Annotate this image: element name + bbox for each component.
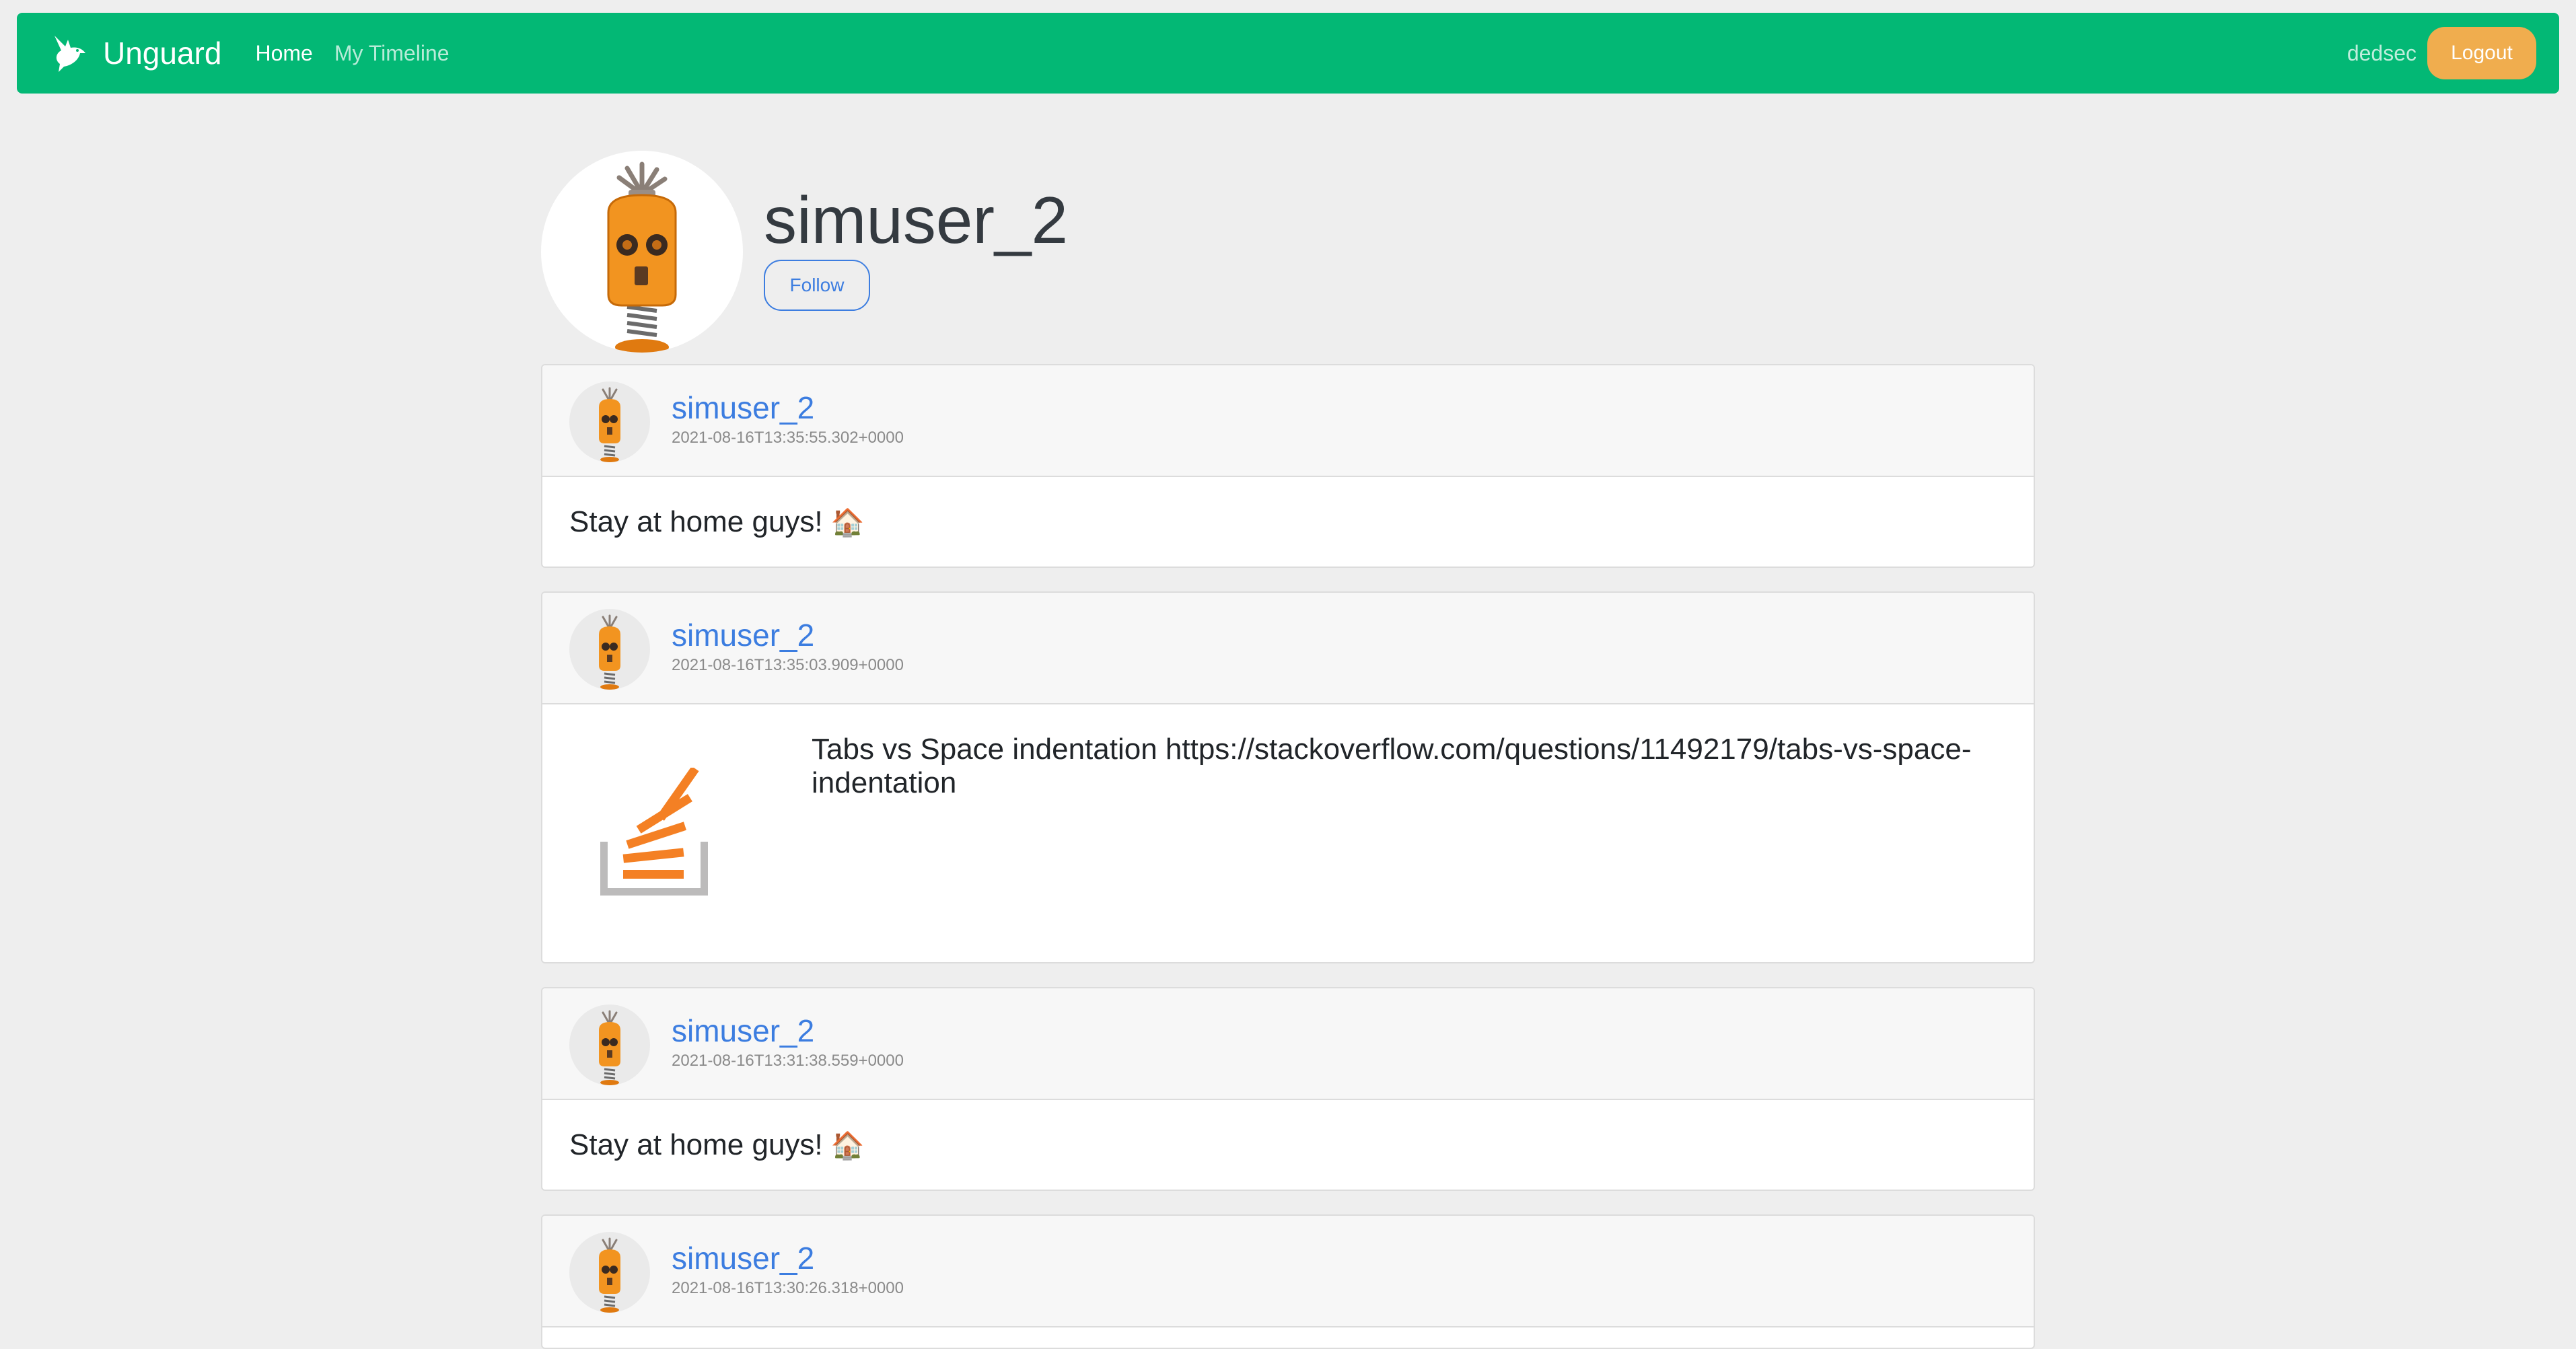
navbar: Unguard Home My Timeline dedsec Logout: [17, 13, 2559, 94]
robot-avatar-icon: [599, 1010, 620, 1085]
hummingbird-logo-icon: [55, 36, 85, 72]
post-header: simuser_2 2021-08-16T13:35:55.302+0000: [542, 365, 2034, 477]
post-timestamp: 2021-08-16T13:35:03.909+0000: [672, 656, 904, 674]
post-author-avatar[interactable]: [569, 1005, 650, 1085]
post-text: Stay at home guys! 🏠: [569, 505, 865, 540]
post-header: simuser_2 2021-08-16T13:35:03.909+0000: [542, 593, 2034, 704]
post-timestamp: 2021-08-16T13:31:38.559+0000: [672, 1052, 904, 1070]
post-header: simuser_2 2021-08-16T13:30:26.318+0000: [542, 1216, 2034, 1327]
post-author-link[interactable]: simuser_2: [672, 1015, 814, 1046]
post-card: simuser_2 2021-08-16T13:35:55.302+0000 S…: [541, 364, 2035, 568]
post-text: Stay at home guys! 🏠: [569, 1128, 865, 1163]
brand-name: Unguard: [103, 36, 222, 71]
post-text-content: Stay at home guys!: [569, 505, 823, 538]
follow-button[interactable]: Follow: [764, 260, 870, 311]
post-card: simuser_2 2021-08-16T13:31:38.559+0000 S…: [541, 987, 2035, 1191]
post-card: simuser_2 2021-08-16T13:30:26.318+0000: [541, 1214, 2035, 1349]
robot-avatar-icon: [599, 614, 620, 690]
house-emoji: 🏠: [830, 508, 865, 538]
house-emoji: 🏠: [830, 1131, 865, 1161]
post-timestamp: 2021-08-16T13:30:26.318+0000: [672, 1279, 904, 1297]
brand-link[interactable]: Unguard: [50, 33, 221, 73]
profile-avatar: [541, 151, 743, 353]
post-header: simuser_2 2021-08-16T13:31:38.559+0000: [542, 988, 2034, 1100]
post-author-link[interactable]: simuser_2: [672, 1243, 814, 1274]
nav-link-my-timeline[interactable]: My Timeline: [334, 41, 450, 66]
robot-avatar-icon: [599, 1237, 620, 1313]
post-card: simuser_2 2021-08-16T13:35:03.909+0000 T…: [541, 591, 2035, 963]
post-author-avatar[interactable]: [569, 609, 650, 690]
logout-button[interactable]: Logout: [2427, 27, 2536, 79]
nav-link-home[interactable]: Home: [255, 41, 312, 66]
stackoverflow-logo-icon[interactable]: [600, 768, 708, 896]
robot-avatar-icon: [599, 387, 620, 462]
post-timestamp: 2021-08-16T13:35:55.302+0000: [672, 429, 904, 447]
post-author-avatar[interactable]: [569, 381, 650, 462]
robot-avatar-icon: [607, 161, 677, 353]
post-text-content: Stay at home guys!: [569, 1128, 823, 1161]
post-author-avatar[interactable]: [569, 1232, 650, 1313]
post-author-link[interactable]: simuser_2: [672, 392, 814, 423]
post-author-link[interactable]: simuser_2: [672, 620, 814, 651]
profile-username: simuser_2: [764, 183, 1069, 257]
post-link-text[interactable]: Tabs vs Space indentation https://stacko…: [812, 733, 1982, 799]
current-username: dedsec: [2347, 40, 2417, 65]
